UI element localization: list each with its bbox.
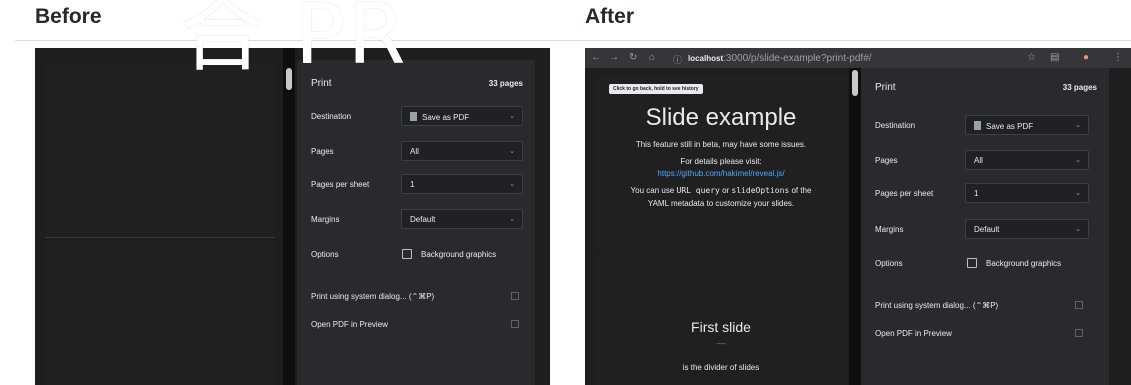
url-host: localhost xyxy=(688,54,724,63)
before-screenshot: Print 33 pages Destination Save as PDF ⌄… xyxy=(35,48,550,385)
background-graphics-label: Background graphics xyxy=(421,250,497,259)
url-path: :3000/p/slide-example?print-pdf#/ xyxy=(723,53,872,64)
external-link-icon xyxy=(1075,301,1083,309)
print-title: Print xyxy=(875,82,896,93)
before-preview-top xyxy=(45,63,275,238)
profile-icon[interactable]: ● xyxy=(1083,52,1089,63)
pages-value: All xyxy=(410,147,419,156)
slide-title: Slide example xyxy=(645,104,797,131)
margins-value: Default xyxy=(410,215,436,224)
menu-icon[interactable]: ⋮ xyxy=(1113,52,1123,63)
options-label: Options xyxy=(311,250,339,259)
star-icon[interactable]: ☆ xyxy=(1027,52,1036,63)
destination-label: Destination xyxy=(875,121,916,130)
destination-value: Save as PDF xyxy=(986,122,1034,131)
pages-label: Pages xyxy=(875,156,898,165)
chevron-down-icon: ⌄ xyxy=(1075,226,1081,233)
external-link-icon xyxy=(511,320,519,328)
background-graphics-checkbox[interactable] xyxy=(967,258,977,268)
chevron-down-icon: ⌄ xyxy=(1075,122,1081,129)
before-scroll-strip[interactable] xyxy=(283,48,295,385)
browser-toolbar: ← → ↻ ⌂ ⓘ localhost:3000/p/slide-example… xyxy=(585,48,1131,68)
margins-value: Default xyxy=(974,225,1000,234)
second-slide-title: First slide xyxy=(691,319,751,335)
pages-per-sheet-label: Pages per sheet xyxy=(875,189,934,198)
chevron-down-icon: ⌄ xyxy=(509,113,515,120)
header-divider xyxy=(15,40,1131,41)
external-link-icon xyxy=(511,292,519,300)
slide-line-4: YAML metadata to customize your slides. xyxy=(647,199,795,208)
pages-per-sheet-select[interactable]: 1 ⌄ xyxy=(965,183,1089,203)
pages-select[interactable]: All ⌄ xyxy=(401,141,523,161)
slide-preview-1: Click to go back, hold to see history Sl… xyxy=(595,76,847,252)
line3-part-c: of the xyxy=(789,186,812,195)
system-dialog-link[interactable]: Print using system dialog... (⌃⌘P) xyxy=(875,301,998,310)
margins-label: Margins xyxy=(875,225,904,234)
open-pdf-link[interactable]: Open PDF in Preview xyxy=(311,320,388,329)
line3-part-b: or xyxy=(719,186,732,195)
home-icon[interactable]: ⌂ xyxy=(649,52,655,63)
destination-select[interactable]: Save as PDF ⌄ xyxy=(965,115,1089,135)
code-slide-options: slideOptions xyxy=(731,186,790,195)
chevron-down-icon: ⌄ xyxy=(1075,157,1081,164)
chevron-down-icon: ⌄ xyxy=(509,148,515,155)
before-print-panel: Print 33 pages Destination Save as PDF ⌄… xyxy=(297,60,535,385)
margins-select[interactable]: Default ⌄ xyxy=(965,219,1089,239)
after-heading: After xyxy=(585,5,635,28)
after-scroll-thumb[interactable] xyxy=(852,70,858,96)
print-title: Print xyxy=(311,78,332,89)
back-history-hint[interactable]: Click to go back, hold to see history xyxy=(609,84,703,94)
chevron-down-icon: ⌄ xyxy=(1075,190,1081,197)
forward-arrow-icon[interactable]: → xyxy=(609,52,619,63)
before-preview-bottom xyxy=(45,240,275,385)
slide-line-3: You can use URL query or slideOptions of… xyxy=(595,186,847,195)
reload-icon[interactable]: ↻ xyxy=(629,52,637,63)
before-scroll-thumb[interactable] xyxy=(286,68,292,90)
pdf-document-icon xyxy=(410,112,417,121)
system-dialog-link[interactable]: Print using system dialog... (⌃⌘P) xyxy=(311,292,434,301)
background-graphics-checkbox[interactable] xyxy=(402,249,412,259)
destination-value: Save as PDF xyxy=(422,113,470,122)
margins-label: Margins xyxy=(311,215,340,224)
address-bar-url[interactable]: localhost:3000/p/slide-example?print-pdf… xyxy=(688,53,872,64)
pdf-document-icon xyxy=(974,121,981,130)
pages-per-sheet-value: 1 xyxy=(974,189,979,198)
divider-caption: is the divider of slides xyxy=(682,363,760,372)
margins-select[interactable]: Default ⌄ xyxy=(401,209,523,229)
slide-line-2: For details please visit: xyxy=(680,157,762,166)
info-icon: ⓘ xyxy=(673,55,683,65)
extension-icon[interactable]: ▤ xyxy=(1050,52,1059,63)
options-label: Options xyxy=(875,259,903,268)
before-heading: Before xyxy=(35,5,102,28)
destination-select[interactable]: Save as PDF ⌄ xyxy=(401,106,523,126)
slide-line-1: This feature still in beta, may have som… xyxy=(635,140,807,149)
chevron-down-icon: ⌄ xyxy=(509,216,515,223)
slide-preview-2: First slide ---- is the divider of slide… xyxy=(595,255,847,385)
pages-per-sheet-label: Pages per sheet xyxy=(311,180,370,189)
after-screenshot: ← → ↻ ⌂ ⓘ localhost:3000/p/slide-example… xyxy=(585,48,1131,385)
pages-label: Pages xyxy=(311,147,334,156)
line3-part-a: You can use xyxy=(630,186,677,195)
code-url-query: URL query xyxy=(676,186,720,195)
after-scroll-strip[interactable] xyxy=(849,68,861,385)
slide-divider-text: ---- xyxy=(716,341,726,348)
background-graphics-label: Background graphics xyxy=(986,259,1062,268)
pages-per-sheet-value: 1 xyxy=(410,180,415,189)
chevron-down-icon: ⌄ xyxy=(509,181,515,188)
after-print-panel: Print 33 pages Destination Save as PDF ⌄… xyxy=(861,68,1109,385)
pages-select[interactable]: All ⌄ xyxy=(965,150,1089,170)
destination-label: Destination xyxy=(311,112,352,121)
pages-per-sheet-select[interactable]: 1 ⌄ xyxy=(401,174,523,194)
page-count: 33 pages xyxy=(1062,83,1097,92)
reveal-link[interactable]: https://github.com/hakimel/reveal.js/ xyxy=(595,169,847,178)
back-arrow-icon[interactable]: ← xyxy=(591,52,601,63)
open-pdf-link[interactable]: Open PDF in Preview xyxy=(875,329,952,338)
external-link-icon xyxy=(1075,329,1083,337)
pages-value: All xyxy=(974,156,983,165)
page-count: 33 pages xyxy=(488,79,523,88)
